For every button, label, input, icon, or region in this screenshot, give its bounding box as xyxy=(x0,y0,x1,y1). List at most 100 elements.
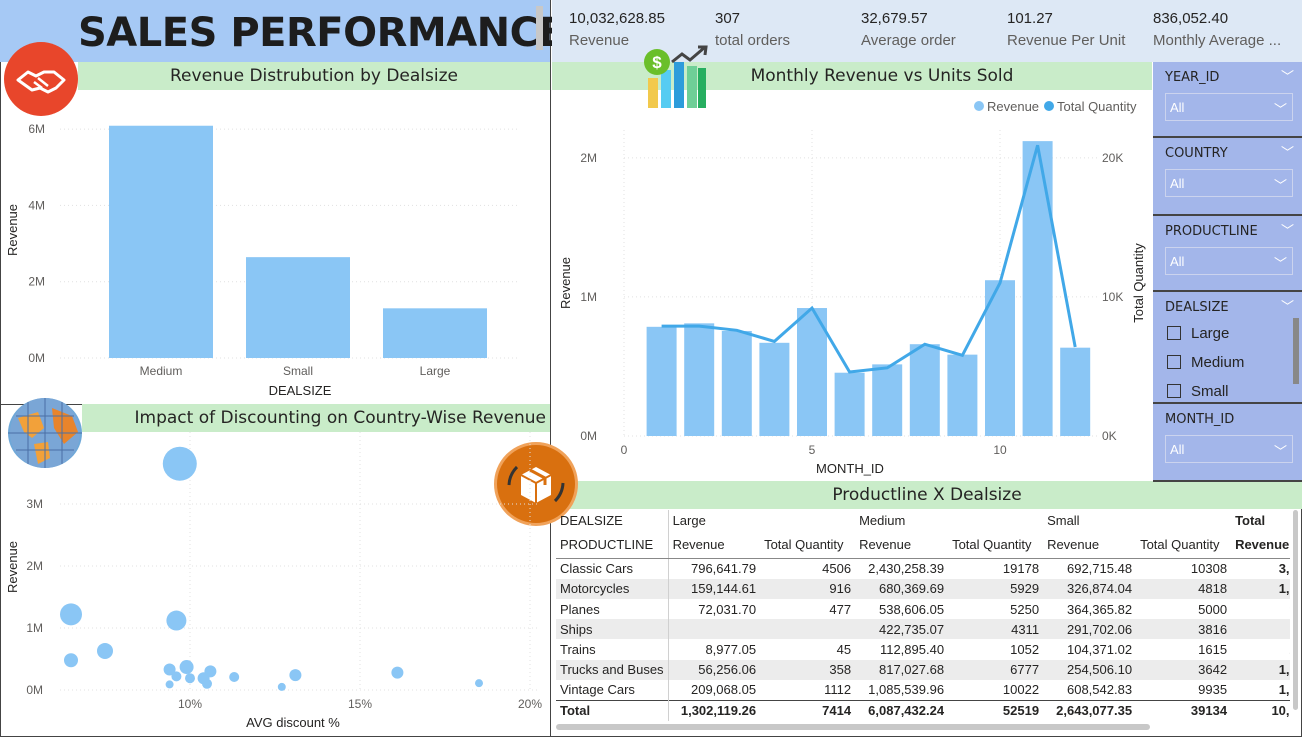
table-cell[interactable]: 45 xyxy=(760,639,855,659)
table-cell[interactable]: 1615 xyxy=(1136,639,1231,659)
table-cell[interactable]: 10,032,6 xyxy=(1231,699,1290,721)
table-cell[interactable]: Revenue xyxy=(855,530,949,559)
table-cell[interactable]: 10022 xyxy=(948,680,1043,700)
dealsize-option-large[interactable]: Large xyxy=(1167,325,1229,342)
table-cell[interactable]: 796,641.79 xyxy=(668,558,760,578)
slicer-dealsize: DEALSIZE ﹀ Large Medium Small xyxy=(1153,292,1302,404)
table-cell[interactable]: 226,2 xyxy=(1231,639,1291,659)
table-cell[interactable]: 1112 xyxy=(760,680,855,700)
table-cell[interactable]: Medium xyxy=(855,510,1043,530)
table-cell[interactable]: 6777 xyxy=(948,659,1044,681)
table-cell[interactable]: 364,365.82 xyxy=(1043,599,1136,619)
table-cell[interactable]: 291,702.06 xyxy=(1043,619,1137,640)
table-cell[interactable]: Trains xyxy=(556,639,669,660)
table-cell[interactable]: 1052 xyxy=(948,639,1043,659)
table-cell[interactable]: 477 xyxy=(760,599,855,619)
table-cell[interactable]: Total Quantity xyxy=(760,530,856,559)
table-cell[interactable]: 39134 xyxy=(1136,699,1232,721)
table-cell[interactable]: Motorcycles xyxy=(556,578,669,599)
table-cell[interactable]: Classic Cars xyxy=(556,558,669,579)
table-cell[interactable]: 209,068.05 xyxy=(668,680,760,700)
table-cell[interactable]: 52519 xyxy=(948,699,1044,721)
table-cell[interactable]: 714,4 xyxy=(1231,619,1290,640)
table-cell[interactable]: 2,430,258.39 xyxy=(855,558,948,578)
table-cell[interactable]: 72,031.70 xyxy=(668,599,760,619)
table-cell[interactable]: 3816 xyxy=(1136,619,1232,640)
table-cell[interactable]: 9935 xyxy=(1136,680,1231,700)
table-cell[interactable]: Vintage Cars xyxy=(556,680,669,701)
table-cell[interactable]: 692,715.48 xyxy=(1043,558,1136,578)
dealsize-option-small[interactable]: Small xyxy=(1167,383,1229,400)
table-cell[interactable]: Total xyxy=(556,699,669,721)
matrix-vertical-scrollbar[interactable] xyxy=(1293,510,1298,710)
table-cell[interactable]: 6,087,432.24 xyxy=(855,699,949,721)
table-cell[interactable]: Small xyxy=(1043,510,1231,530)
table-cell[interactable]: 680,369.69 xyxy=(855,578,949,599)
table-cell[interactable]: 5929 xyxy=(948,578,1044,599)
table-cell[interactable]: Large xyxy=(668,510,855,530)
bubble xyxy=(229,671,240,682)
month-dropdown[interactable]: All ﹀ xyxy=(1165,435,1293,463)
table-cell[interactable]: 10308 xyxy=(1136,558,1231,578)
table-cell[interactable]: 4818 xyxy=(1136,578,1232,599)
table-cell[interactable]: 1,302,119.26 xyxy=(668,699,761,721)
checkbox-icon[interactable] xyxy=(1167,326,1181,340)
productline-dropdown[interactable]: All ﹀ xyxy=(1165,247,1293,275)
table-cell[interactable]: 159,144.61 xyxy=(668,578,761,599)
year-dropdown[interactable]: All ﹀ xyxy=(1165,93,1293,121)
country-dropdown[interactable]: All ﹀ xyxy=(1165,169,1293,197)
table-cell[interactable]: 7414 xyxy=(760,699,856,721)
table-cell[interactable]: 104,371.02 xyxy=(1043,639,1136,659)
slicer-productline: PRODUCTLINE ﹀ All ﹀ xyxy=(1153,216,1302,292)
checkbox-icon[interactable] xyxy=(1167,384,1181,398)
table-cell[interactable]: 538,606.05 xyxy=(855,599,948,619)
table-cell[interactable]: DEALSIZE xyxy=(556,510,669,531)
scroll-grip[interactable] xyxy=(536,6,543,50)
chevron-down-icon[interactable]: ﹀ xyxy=(1281,142,1294,161)
table-cell[interactable]: 5250 xyxy=(948,599,1043,619)
table-cell[interactable]: 56,256.06 xyxy=(668,659,761,681)
table-cell[interactable]: 1,085,539.96 xyxy=(855,680,948,700)
table-cell[interactable]: Trucks and Buses xyxy=(556,659,669,681)
table-cell[interactable]: 4506 xyxy=(760,558,855,578)
table-cell[interactable]: 3,919,6 xyxy=(1231,558,1290,578)
table-cell[interactable]: 1,903,1 xyxy=(1231,680,1290,700)
chevron-down-icon[interactable]: ﹀ xyxy=(1281,220,1294,239)
table-cell[interactable]: 916 xyxy=(760,578,856,599)
table-cell[interactable]: 326,874.04 xyxy=(1043,578,1137,599)
table-cell[interactable]: Total Quantity xyxy=(1136,530,1232,559)
table-cell[interactable]: 19178 xyxy=(948,558,1043,578)
table-cell[interactable]: 112,895.40 xyxy=(855,639,948,659)
checkbox-icon[interactable] xyxy=(1167,355,1181,369)
table-cell[interactable]: 5000 xyxy=(1136,599,1231,619)
table-cell[interactable]: 975,0 xyxy=(1231,599,1291,619)
table-cell[interactable]: 608,542.83 xyxy=(1043,680,1136,700)
chevron-down-icon[interactable]: ﹀ xyxy=(1281,296,1294,315)
dealsize-option-medium[interactable]: Medium xyxy=(1167,354,1244,371)
table-cell[interactable]: 2,643,077.35 xyxy=(1043,699,1137,721)
bar xyxy=(947,354,978,436)
chevron-down-icon[interactable]: ﹀ xyxy=(1281,66,1294,85)
table-cell[interactable]: 4311 xyxy=(948,619,1044,640)
slicer-scrollbar[interactable] xyxy=(1293,318,1299,384)
table-cell[interactable]: Planes xyxy=(556,598,669,620)
table-cell[interactable]: Total Quantity xyxy=(948,530,1044,559)
table-cell[interactable]: Revenue xyxy=(668,530,761,559)
table-cell[interactable]: 8,977.05 xyxy=(668,639,760,659)
table-cell[interactable]: PRODUCTLINE xyxy=(556,530,669,559)
table-cell[interactable]: 1,166,3 xyxy=(1231,578,1290,599)
matrix-horizontal-scrollbar[interactable] xyxy=(556,724,1150,730)
table-cell[interactable] xyxy=(760,619,856,640)
table-cell[interactable]: Revenue xyxy=(1043,530,1137,559)
table-cell[interactable]: 254,506.10 xyxy=(1043,659,1137,681)
bar xyxy=(646,326,677,436)
table-cell[interactable]: Total xyxy=(1231,510,1290,530)
table-cell[interactable]: 3642 xyxy=(1136,659,1232,681)
table-cell[interactable] xyxy=(668,619,761,640)
table-cell[interactable]: Revenue xyxy=(1231,530,1290,559)
table-cell[interactable]: 358 xyxy=(760,659,856,681)
table-cell[interactable]: 422,735.07 xyxy=(855,619,949,640)
table-cell[interactable]: 1,127,7 xyxy=(1231,659,1290,681)
table-cell[interactable]: Ships xyxy=(556,619,669,640)
table-cell[interactable]: 817,027.68 xyxy=(855,659,949,681)
